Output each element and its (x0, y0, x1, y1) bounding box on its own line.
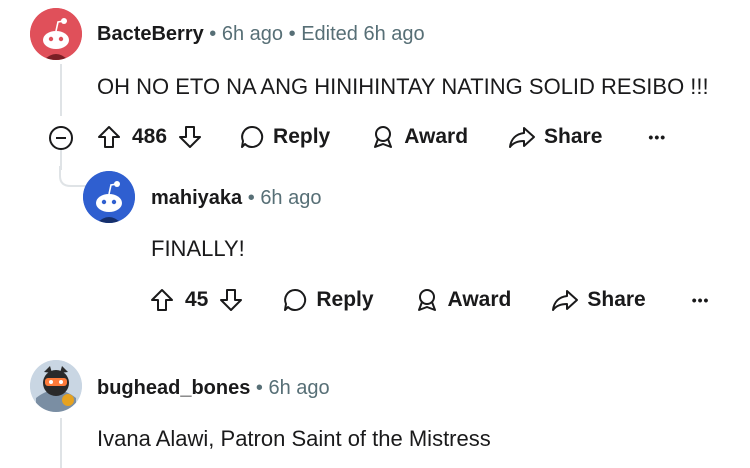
share-label: Share (544, 125, 603, 148)
award-label: Award (447, 288, 512, 311)
username[interactable]: mahiyaka (151, 187, 242, 209)
avatar[interactable] (30, 8, 82, 60)
arrow-up-icon (151, 289, 173, 311)
username[interactable]: BacteBerry (97, 23, 204, 45)
comment-meta: BacteBerry • 6h ago • Edited 6h ago (97, 22, 425, 46)
arrow-up-icon (98, 126, 120, 148)
share-arrow-icon (509, 127, 536, 148)
more-options-button[interactable]: ••• (648, 129, 666, 145)
username[interactable]: bughead_bones (97, 377, 250, 399)
comment-meta: mahiyaka • 6h ago (151, 186, 321, 210)
upvote-button[interactable] (149, 287, 175, 313)
downvote-button[interactable] (218, 287, 244, 313)
separator: • (288, 23, 296, 45)
comment-body: OH NO ETO NA ANG HINIHINTAY NATING SOLID… (97, 74, 709, 99)
award-button[interactable]: Award (370, 124, 468, 150)
ellipsis-icon: ••• (648, 129, 667, 145)
share-label: Share (587, 288, 646, 311)
reply-button[interactable]: Reply (239, 124, 330, 150)
reply-label: Reply (316, 288, 374, 311)
more-options-button[interactable]: ••• (692, 292, 710, 308)
comment-actions: 486 Reply Award Share ••• (96, 117, 666, 157)
separator: • (255, 377, 263, 399)
award-label: Award (404, 125, 469, 148)
upvote-button[interactable] (96, 124, 122, 150)
arrow-down-icon (220, 289, 243, 311)
timestamp[interactable]: 6h ago (222, 23, 283, 45)
thread-line (60, 418, 62, 468)
share-arrow-icon (552, 290, 579, 311)
avatar[interactable] (83, 171, 135, 223)
speech-bubble-icon (241, 125, 264, 148)
share-button[interactable]: Share (508, 124, 602, 150)
comment-body: FINALLY! (151, 236, 245, 261)
speech-bubble-icon (284, 288, 307, 311)
reply-button[interactable]: Reply (282, 287, 374, 313)
award-ribbon-icon (374, 126, 393, 148)
minus-circle-icon (49, 126, 73, 150)
vote-count: 45 (185, 288, 209, 311)
comment-meta: bughead_bones • 6h ago (97, 376, 330, 400)
comment-body: Ivana Alawi, Patron Saint of the Mistres… (97, 426, 491, 451)
comment-actions: 45 Reply Award Share ••• (149, 280, 709, 320)
arrow-down-icon (179, 126, 202, 148)
downvote-button[interactable] (177, 124, 203, 150)
avatar[interactable] (30, 360, 82, 412)
reply-label: Reply (273, 125, 331, 148)
separator: • (247, 187, 255, 209)
award-ribbon-icon (417, 289, 436, 311)
separator: • (209, 23, 217, 45)
share-button[interactable]: Share (551, 287, 646, 313)
timestamp[interactable]: 6h ago (269, 377, 330, 399)
timestamp[interactable]: 6h ago (260, 187, 321, 209)
thread-line (60, 64, 62, 116)
collapse-button[interactable] (47, 124, 75, 152)
vote-count: 486 (132, 125, 168, 148)
award-button[interactable]: Award (414, 287, 512, 313)
edited-label: Edited 6h ago (301, 23, 425, 45)
ellipsis-icon: ••• (691, 292, 710, 308)
